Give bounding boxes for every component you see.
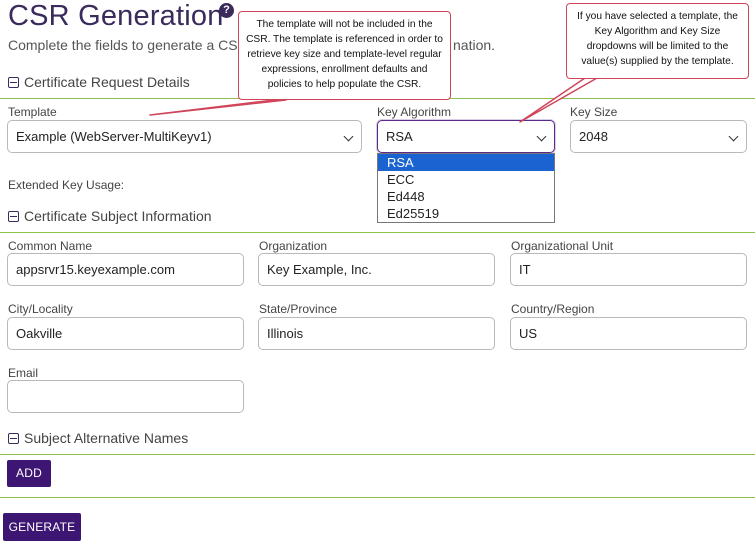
key-algorithm-option-ed25519[interactable]: Ed25519 <box>378 205 554 222</box>
extended-key-usage-label: Extended Key Usage: <box>8 178 125 192</box>
state-input[interactable]: Illinois <box>258 317 495 350</box>
city-input[interactable]: Oakville <box>7 317 244 350</box>
city-label: City/Locality <box>8 302 73 316</box>
template-select[interactable]: Example (WebServer-MultiKeyv1) <box>7 120 362 153</box>
template-label: Template <box>8 105 57 119</box>
key-algorithm-option-ecc[interactable]: ECC <box>378 171 554 188</box>
key-algorithm-callout: If you have selected a template, the Key… <box>566 3 749 79</box>
section-san[interactable]: Subject Alternative Names <box>8 430 188 446</box>
key-algorithm-option-ed448[interactable]: Ed448 <box>378 188 554 205</box>
org-unit-input[interactable]: IT <box>510 253 747 286</box>
key-algorithm-label: Key Algorithm <box>377 105 452 119</box>
divider <box>0 497 755 498</box>
divider <box>0 454 755 455</box>
chevron-down-icon <box>536 131 547 142</box>
organization-input[interactable]: Key Example, Inc. <box>258 253 495 286</box>
divider <box>0 232 755 233</box>
generate-button[interactable]: GENERATE <box>3 513 81 541</box>
state-label: State/Province <box>259 302 338 316</box>
email-input[interactable] <box>7 380 244 413</box>
email-label: Email <box>8 366 39 380</box>
add-san-button[interactable]: ADD <box>7 460 51 487</box>
page-title: CSR Generation <box>8 0 224 32</box>
collapse-icon[interactable] <box>8 77 19 88</box>
collapse-icon[interactable] <box>8 211 19 222</box>
page-instructions-start: Complete the fields to generate a CS <box>8 37 238 53</box>
page-instructions-end: nation. <box>453 37 496 53</box>
section-subject-info[interactable]: Certificate Subject Information <box>8 208 212 224</box>
template-select-value: Example (WebServer-MultiKeyv1) <box>16 129 212 144</box>
key-size-select[interactable]: 2048 <box>570 120 747 153</box>
key-algorithm-dropdown-list: RSA ECC Ed448 Ed25519 <box>377 153 555 223</box>
section-request-details[interactable]: Certificate Request Details <box>8 74 190 90</box>
organization-label: Organization <box>259 239 328 253</box>
country-input[interactable]: US <box>510 317 747 350</box>
country-label: Country/Region <box>511 302 595 316</box>
key-size-select-value: 2048 <box>579 129 608 144</box>
key-algorithm-select-value: RSA <box>386 129 413 144</box>
collapse-icon[interactable] <box>8 433 19 444</box>
page-instructions: Complete the fields to generate a CS nat… <box>8 37 495 53</box>
section-title: Subject Alternative Names <box>24 430 189 446</box>
key-size-label: Key Size <box>570 105 618 119</box>
key-algorithm-option-rsa[interactable]: RSA <box>378 154 554 171</box>
key-algorithm-select[interactable]: RSA <box>377 120 555 153</box>
common-name-input[interactable]: appsrvr15.keyexample.com <box>7 253 244 286</box>
template-callout-pointer <box>149 99 287 116</box>
common-name-label: Common Name <box>8 239 93 253</box>
org-unit-label: Organizational Unit <box>511 239 614 253</box>
chevron-down-icon <box>343 131 354 142</box>
section-title: Certificate Subject Information <box>24 208 212 224</box>
help-icon[interactable]: ? <box>219 3 234 18</box>
chevron-down-icon <box>728 131 739 142</box>
section-title: Certificate Request Details <box>24 74 190 90</box>
template-callout: The template will not be included in the… <box>238 11 451 100</box>
